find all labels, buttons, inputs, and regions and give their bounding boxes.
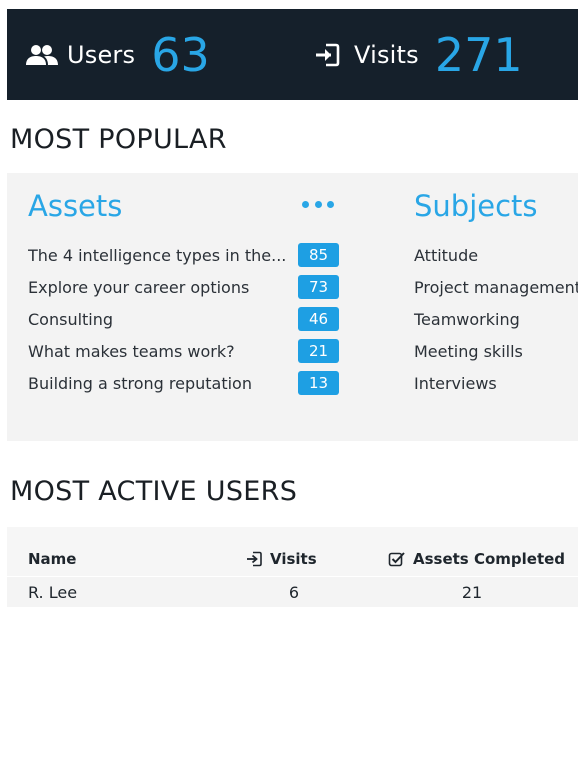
subject-list: Attitude Project management Teamworking … [414, 239, 578, 399]
users-icon [26, 44, 58, 65]
most-popular-title: MOST POPULAR [10, 124, 227, 155]
more-dots-icon[interactable] [302, 197, 334, 211]
user-name[interactable]: R. Lee [28, 577, 77, 607]
subject-item[interactable]: Meeting skills [414, 335, 578, 367]
dot [302, 200, 309, 208]
asset-item[interactable]: What makes teams work? 21 [28, 335, 343, 367]
user-visits: 6 [288, 582, 300, 602]
asset-item[interactable]: Consulting 46 [28, 303, 343, 335]
count-badge: 13 [298, 371, 339, 395]
table-header: Name Visits Assets Completed [7, 527, 578, 576]
asset-name[interactable]: Explore your career options [28, 278, 298, 297]
asset-item[interactable]: Building a strong reputation 13 [28, 367, 343, 399]
asset-name[interactable]: Consulting [28, 310, 298, 329]
subject-item[interactable]: Interviews [414, 367, 578, 399]
users-label: Users [67, 40, 136, 69]
asset-list: The 4 intelligence types in the... 85 Ex… [28, 239, 343, 399]
subjects-heading[interactable]: Subjects [414, 189, 538, 223]
asset-item[interactable]: Explore your career options 73 [28, 271, 343, 303]
visits-count: 271 [434, 27, 523, 82]
users-count: 63 [151, 27, 210, 82]
visits-label: Visits [354, 40, 419, 69]
active-users-table: Name Visits Assets Completed R. Lee 6 21 [7, 527, 578, 607]
name-column-header[interactable]: Name [28, 527, 76, 576]
dot [327, 200, 334, 208]
count-badge: 21 [298, 339, 339, 363]
users-stat: Users 63 [25, 9, 210, 100]
sign-in-icon [247, 551, 262, 566]
visits-column-label: Visits [270, 549, 317, 568]
table-row[interactable]: R. Lee 6 21 [7, 576, 578, 607]
dot [314, 200, 322, 208]
assets-completed-column-label: Assets Completed [413, 549, 566, 568]
subject-item[interactable]: Project management [414, 271, 578, 303]
asset-item[interactable]: The 4 intelligence types in the... 85 [28, 239, 343, 271]
user-assets-completed: 21 [461, 582, 483, 602]
asset-name[interactable]: The 4 intelligence types in the... [28, 246, 298, 265]
asset-name[interactable]: What makes teams work? [28, 342, 298, 361]
assets-completed-column-header[interactable]: Assets Completed [388, 527, 565, 576]
most-popular-panel: Assets Subjects The 4 intelligence types… [7, 173, 578, 441]
subject-item[interactable]: Attitude [414, 239, 578, 271]
visits-column-header[interactable]: Visits [245, 527, 317, 576]
asset-name[interactable]: Building a strong reputation [28, 374, 298, 393]
sign-in-icon [316, 43, 340, 66]
checkbox-icon [388, 551, 405, 566]
assets-heading[interactable]: Assets [28, 189, 122, 223]
most-active-users-title: MOST ACTIVE USERS [10, 476, 298, 507]
name-column-label: Name [28, 549, 77, 568]
subject-item[interactable]: Teamworking [414, 303, 578, 335]
count-badge: 73 [298, 275, 339, 299]
count-badge: 46 [298, 307, 339, 331]
count-badge: 85 [298, 243, 339, 267]
visits-stat: Visits 271 [312, 9, 523, 100]
stats-bar: Users 63 Visits 271 [7, 9, 578, 100]
